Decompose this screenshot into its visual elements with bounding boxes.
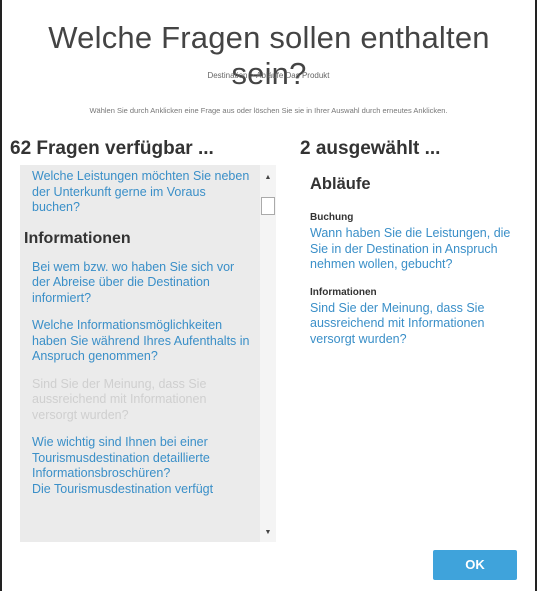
group-heading-informationen: Informationen — [24, 229, 131, 247]
ok-button[interactable]: OK — [433, 550, 517, 580]
available-question-text: Wie wichtig sind Ihnen bei einer Tourism… — [32, 435, 210, 480]
instruction-text: Wählen Sie durch Anklicken eine Frage au… — [89, 106, 448, 115]
available-question[interactable]: Wie wichtig sind Ihnen bei einer Tourism… — [32, 435, 254, 497]
selected-question[interactable]: Sind Sie der Meinung, dass Sie aussreich… — [310, 301, 520, 348]
selected-questions-header: 2 ausgewählt ... — [300, 138, 441, 159]
scroll-down-arrow-icon[interactable]: ▼ — [260, 526, 276, 540]
available-question[interactable]: Welche Leistungen möchten Sie neben der … — [32, 169, 254, 216]
scroll-up-arrow-icon[interactable]: ▲ — [260, 171, 276, 185]
available-questions-header: 62 Fragen verfügbar ... — [10, 138, 214, 159]
dialog-title: Welche Fragen sollen enthalten sein? — [48, 20, 490, 91]
section-title-ablaeufe: Abläufe — [310, 175, 371, 193]
selected-group-heading: Informationen — [310, 286, 377, 298]
breadcrumb: Destination > Abläufe Das Produkt — [207, 71, 330, 80]
available-question-text: Die Tourismusdestination verfügt — [32, 481, 214, 496]
selected-question[interactable]: Wann haben Sie die Leistungen, die Sie i… — [310, 226, 520, 273]
selected-questions-panel: Abläufe Buchung Wann haben Sie die Leist… — [310, 175, 520, 361]
available-questions-list[interactable]: Welche Leistungen möchten Sie neben der … — [20, 165, 260, 542]
available-question-already-selected[interactable]: Sind Sie der Meinung, dass Sie aussreich… — [32, 377, 254, 424]
available-question[interactable]: Welche Informationsmöglichkeiten haben S… — [32, 318, 254, 365]
questions-scrollbar[interactable]: ▲ ▼ — [260, 165, 276, 542]
scroll-thumb[interactable] — [261, 197, 275, 215]
selected-group-heading: Buchung — [310, 212, 354, 223]
available-question[interactable]: Bei wem bzw. wo haben Sie sich vor der A… — [32, 260, 254, 307]
